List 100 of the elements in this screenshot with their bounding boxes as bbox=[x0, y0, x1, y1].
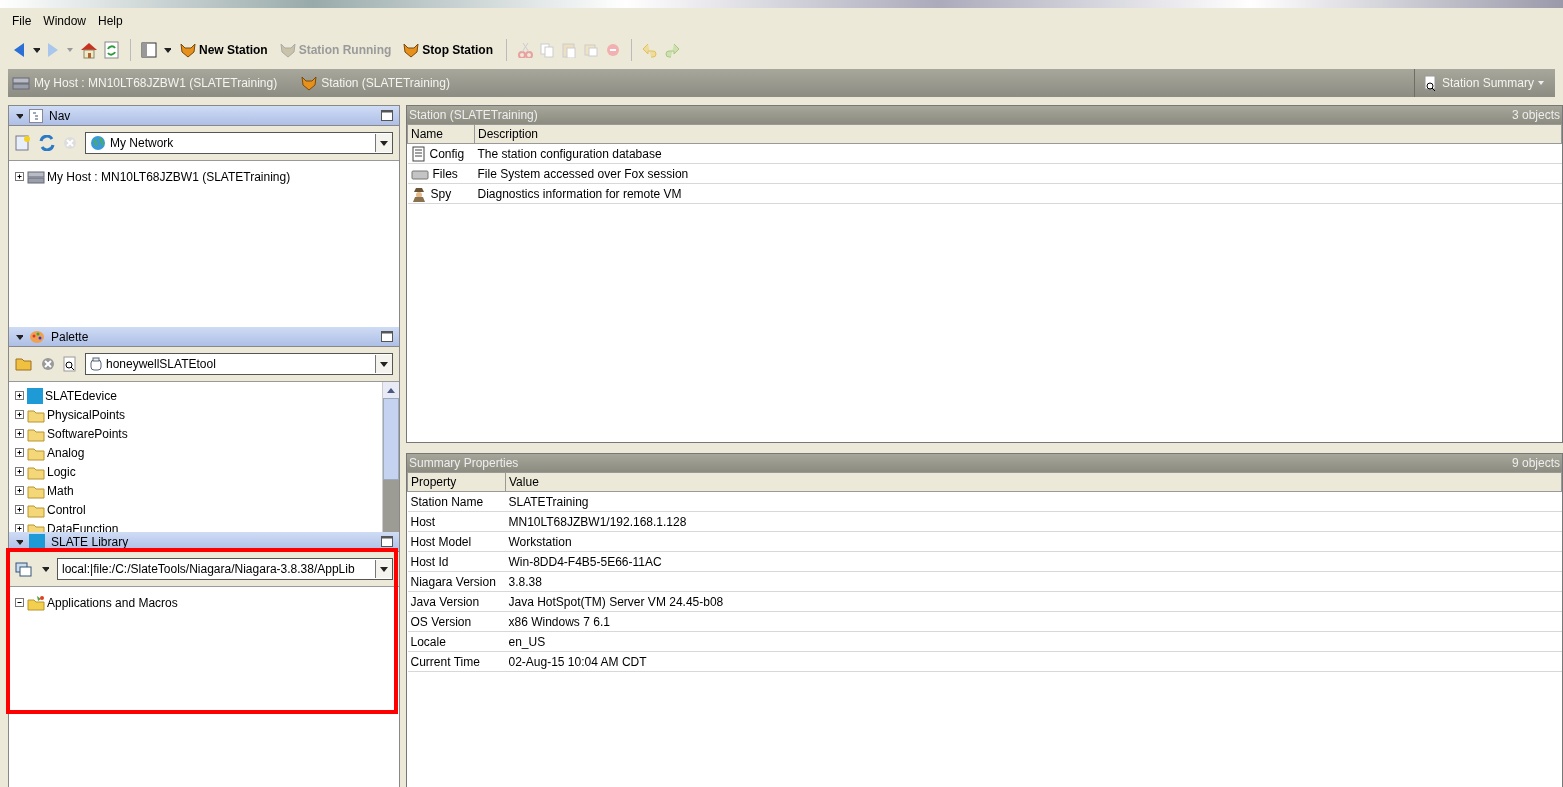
table-cell: Host bbox=[407, 511, 506, 532]
tree-item[interactable]: Math bbox=[47, 484, 74, 498]
panel-title: SLATE Library bbox=[51, 534, 130, 549]
maximize-icon[interactable] bbox=[381, 330, 393, 343]
table-cell: OS Version bbox=[407, 611, 506, 632]
table-cell: Niagara Version bbox=[407, 571, 506, 592]
dropdown-field[interactable]: local:|file:/C:/SlateTools/Niagara/Niagara-3.8.38/AppLib bbox=[57, 558, 393, 580]
dropdown-field[interactable]: My Network bbox=[85, 132, 393, 154]
panel-title: Palette bbox=[51, 329, 90, 344]
server-icon bbox=[12, 75, 30, 91]
column-header[interactable]: Description bbox=[474, 124, 1562, 144]
fox-icon bbox=[180, 42, 196, 58]
table-cell: Host Id bbox=[407, 551, 506, 572]
object-count: 9 objects bbox=[1511, 456, 1560, 470]
dropdown-field[interactable]: honeywellSLATEtool bbox=[85, 353, 393, 375]
search-icon[interactable] bbox=[63, 356, 77, 372]
tree-item[interactable]: SLATEdevice bbox=[45, 389, 117, 403]
table-cell: File System accessed over Fox session bbox=[474, 163, 1562, 184]
folder-icon bbox=[27, 445, 45, 461]
maximize-icon[interactable] bbox=[381, 109, 393, 122]
caret-icon[interactable] bbox=[32, 45, 40, 55]
expand-icon[interactable] bbox=[15, 171, 25, 182]
fox-icon bbox=[279, 42, 296, 58]
expand-icon[interactable] bbox=[15, 467, 25, 477]
table-cell: Win-8DD4-F4B5-5E66-11AC bbox=[505, 551, 1562, 572]
tree-item[interactable]: Control bbox=[47, 503, 86, 517]
palette-icon bbox=[29, 328, 45, 345]
expand-icon[interactable] bbox=[15, 448, 25, 458]
refresh-icon[interactable] bbox=[104, 41, 120, 59]
table-cell: Host Model bbox=[407, 531, 506, 552]
cancel-icon[interactable] bbox=[41, 357, 55, 371]
table-cell: Station Name bbox=[407, 491, 506, 512]
up-arrow-icon[interactable] bbox=[387, 387, 395, 393]
fox-icon bbox=[403, 42, 420, 58]
table-cell: en_US bbox=[505, 631, 1562, 652]
object-count: 3 objects bbox=[1511, 108, 1560, 122]
toolbar-button[interactable]: Stop Station bbox=[400, 40, 496, 60]
tree-item[interactable]: My Host : MN10LT68JZBW1 (SLATETraining) bbox=[47, 169, 291, 184]
menu-item[interactable]: File bbox=[8, 14, 36, 28]
table-cell: Java HotSpot(TM) Server VM 24.45-b08 bbox=[505, 591, 1562, 612]
server-icon bbox=[27, 168, 45, 185]
column-header[interactable]: Name bbox=[407, 124, 475, 144]
column-header[interactable]: Value bbox=[505, 472, 1562, 492]
caret-icon bbox=[379, 359, 389, 369]
document-icon bbox=[410, 145, 426, 162]
table-cell: SLATETraining bbox=[505, 491, 1562, 512]
expand-icon[interactable] bbox=[15, 391, 25, 401]
table-title: Summary Properties bbox=[409, 456, 519, 470]
folder-icon bbox=[27, 502, 45, 518]
table-title: Station (SLATETraining) bbox=[409, 108, 538, 122]
caret-icon bbox=[379, 564, 389, 574]
expand-icon[interactable] bbox=[15, 486, 25, 496]
folder-icon bbox=[27, 464, 45, 480]
tree-item[interactable]: SoftwarePoints bbox=[47, 427, 128, 441]
fox-icon bbox=[301, 75, 318, 91]
toolbar-button[interactable]: New Station bbox=[177, 40, 271, 60]
caret-icon[interactable] bbox=[41, 564, 49, 574]
back-arrow-icon[interactable] bbox=[12, 42, 26, 58]
tree-item[interactable]: Applications and Macros bbox=[47, 595, 178, 610]
table-cell: 3.8.38 bbox=[505, 571, 1562, 592]
table-cell: Locale bbox=[407, 631, 506, 652]
panel-title: Nav bbox=[49, 108, 72, 123]
table-cell: MN10LT68JZBW1/192.168.1.128 bbox=[505, 511, 1562, 532]
windows-icon[interactable] bbox=[15, 561, 33, 577]
collapse-icon[interactable] bbox=[15, 597, 25, 608]
table-cell: Workstation bbox=[505, 531, 1562, 552]
table-cell: Current Time bbox=[407, 651, 506, 672]
tree-item[interactable]: PhysicalPoints bbox=[47, 408, 126, 422]
sync-icon[interactable] bbox=[39, 135, 55, 151]
table-cell: Spy bbox=[430, 186, 452, 201]
expand-icon[interactable] bbox=[15, 505, 25, 515]
globe-icon bbox=[90, 135, 106, 151]
table-cell: Diagnostics information for remote VM bbox=[474, 183, 1562, 204]
table-cell: Config bbox=[429, 146, 465, 161]
table-cell: The station configuration database bbox=[474, 143, 1562, 164]
panel-layout-icon[interactable] bbox=[141, 42, 157, 58]
caret-icon[interactable] bbox=[163, 45, 171, 55]
expand-icon[interactable] bbox=[15, 524, 25, 532]
folder-icon bbox=[27, 426, 45, 442]
table-cell: Java Version bbox=[407, 591, 506, 612]
caret-icon bbox=[379, 138, 389, 148]
folder-icon bbox=[27, 407, 45, 423]
tree-item[interactable]: Logic bbox=[47, 465, 76, 479]
tree-view-icon bbox=[29, 108, 43, 123]
column-header[interactable]: Property bbox=[407, 472, 506, 492]
spy-icon bbox=[410, 185, 427, 202]
table-cell: Files bbox=[432, 166, 458, 181]
table-cell: 02-Aug-15 10:04 AM CDT bbox=[505, 651, 1562, 672]
jar-icon bbox=[90, 357, 102, 371]
home-icon[interactable] bbox=[80, 41, 98, 59]
expand-icon[interactable] bbox=[15, 429, 25, 439]
table-cell: x86 Windows 7 6.1 bbox=[505, 611, 1562, 632]
search-icon bbox=[1422, 75, 1439, 91]
expand-icon[interactable] bbox=[15, 410, 25, 420]
folder-icon bbox=[27, 483, 45, 499]
tree-item[interactable]: Analog bbox=[47, 446, 85, 460]
maximize-icon[interactable] bbox=[381, 535, 393, 548]
scrollbar[interactable] bbox=[382, 382, 399, 532]
menu-item[interactable]: Help bbox=[94, 14, 127, 28]
menu-item[interactable]: Window bbox=[39, 14, 91, 28]
